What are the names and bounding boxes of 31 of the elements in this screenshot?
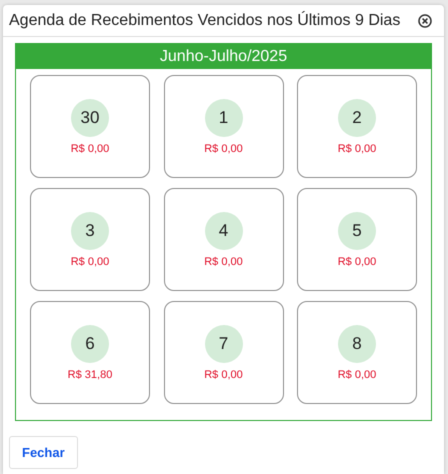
day-number: 30 xyxy=(71,98,109,136)
close-icon[interactable] xyxy=(418,14,432,28)
day-amount: R$ 0,00 xyxy=(204,142,243,154)
day-number: 3 xyxy=(71,212,109,250)
day-amount: R$ 0,00 xyxy=(338,256,376,268)
day-amount: R$ 31,80 xyxy=(68,368,112,380)
day-card[interactable]: 30 R$ 0,00 xyxy=(30,75,150,178)
day-amount: R$ 0,00 xyxy=(204,256,243,268)
day-number: 5 xyxy=(338,212,376,250)
day-card[interactable]: 7 R$ 0,00 xyxy=(164,301,284,404)
day-card[interactable]: 5 R$ 0,00 xyxy=(297,188,417,291)
day-amount: R$ 0,00 xyxy=(338,142,376,154)
day-number: 4 xyxy=(204,212,242,250)
day-card[interactable]: 4 R$ 0,00 xyxy=(164,188,284,291)
day-amount: R$ 0,00 xyxy=(338,368,376,380)
close-button[interactable]: Fechar xyxy=(9,436,78,469)
day-card[interactable]: 3 R$ 0,00 xyxy=(30,188,150,291)
day-amount: R$ 0,00 xyxy=(204,368,243,380)
day-number: 6 xyxy=(71,324,109,362)
day-number: 1 xyxy=(204,98,242,136)
day-card[interactable]: 8 R$ 0,00 xyxy=(297,301,417,404)
day-number: 2 xyxy=(338,98,376,136)
day-card[interactable]: 6 R$ 31,80 xyxy=(30,301,150,404)
day-number: 8 xyxy=(338,324,376,362)
period-header: Junho-Julho/2025 xyxy=(16,44,431,69)
day-amount: R$ 0,00 xyxy=(70,256,110,268)
day-number: 7 xyxy=(204,324,242,362)
dialog-title: Agenda de Recebimentos Vencidos nos Últimos 9 Dias xyxy=(9,12,400,30)
day-card[interactable]: 2 R$ 0,00 xyxy=(297,75,417,178)
day-amount: R$ 0,00 xyxy=(70,142,110,154)
day-card[interactable]: 1 R$ 0,00 xyxy=(164,75,284,178)
